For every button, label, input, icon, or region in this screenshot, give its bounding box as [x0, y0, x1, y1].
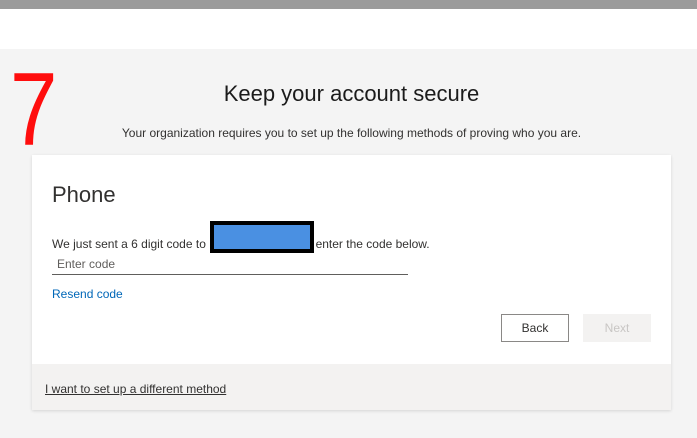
resend-code-link[interactable]: Resend code	[52, 286, 123, 302]
back-button[interactable]: Back	[501, 314, 569, 342]
redaction-box	[210, 221, 314, 253]
method-title: Phone	[52, 182, 116, 207]
top-gray-bar	[0, 0, 697, 9]
instruction-text-before: We just sent a 6 digit code to	[52, 237, 206, 251]
top-white-strip	[0, 9, 697, 49]
different-method-link[interactable]: I want to set up a different method	[45, 381, 226, 397]
instruction-text-after: enter the code below.	[315, 237, 430, 251]
step-number-annotation: 7	[10, 52, 58, 168]
next-button[interactable]: Next	[583, 314, 651, 342]
card-footer: I want to set up a different method	[32, 364, 671, 410]
page-subtitle: Your organization requires you to set up…	[121, 126, 582, 140]
page-title: Keep your account secure	[223, 81, 480, 106]
verification-code-input[interactable]	[52, 254, 408, 275]
setup-card: Phone We just sent a 6 digit code to ent…	[32, 155, 671, 410]
